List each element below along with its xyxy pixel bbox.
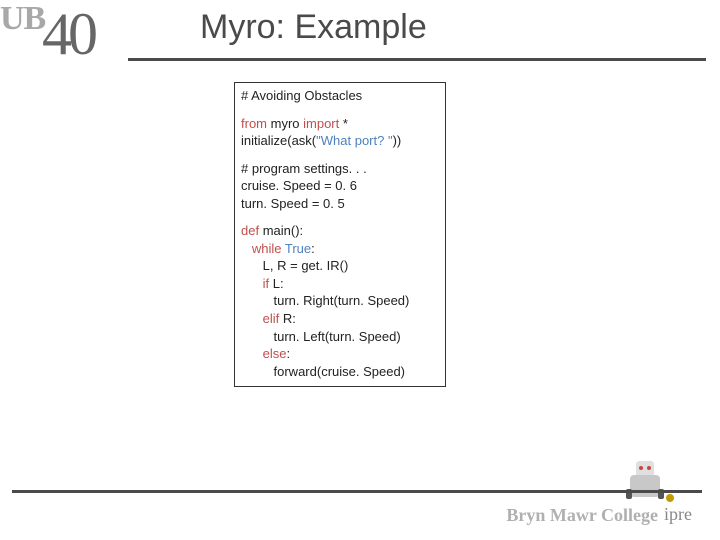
code-text: L:: [269, 276, 283, 291]
kw-else: else: [263, 346, 287, 361]
code-text: myro: [267, 116, 303, 131]
code-text: R:: [279, 311, 296, 326]
code-text: cruise. Speed = 0. 6: [241, 178, 357, 193]
footer-divider: [12, 490, 702, 493]
code-text: turn. Left(turn. Speed): [274, 329, 401, 344]
slide-title: Myro: Example: [200, 8, 427, 47]
code-comment: # program settings. . .: [241, 161, 367, 176]
title-underline: [128, 58, 706, 61]
logo-ub: UB: [0, 0, 45, 38]
code-text: initialize(ask(: [241, 133, 316, 148]
kw-from: from: [241, 116, 267, 131]
code-text: )): [393, 133, 402, 148]
code-text: :: [287, 346, 291, 361]
ipre-logo: ipre: [664, 494, 710, 532]
code-text: :: [311, 241, 315, 256]
kw-import: import: [303, 116, 339, 131]
kw-true: True: [285, 241, 311, 256]
kw-def: def: [241, 223, 259, 238]
code-text: forward(cruise. Speed): [274, 364, 406, 379]
code-block: # Avoiding Obstacles from myro import * …: [234, 82, 446, 387]
code-text: L, R = get. IR(): [263, 258, 349, 273]
footer-college: Bryn Mawr College: [506, 505, 658, 526]
code-comment: # Avoiding Obstacles: [241, 88, 362, 103]
kw-while: while: [252, 241, 282, 256]
code-text: turn. Right(turn. Speed): [274, 293, 410, 308]
code-string: "What port? ": [316, 133, 392, 148]
kw-elif: elif: [263, 311, 280, 326]
ipre-text: ipre: [664, 504, 692, 525]
code-text: main():: [259, 223, 303, 238]
code-text: turn. Speed = 0. 5: [241, 196, 345, 211]
code-text: *: [339, 116, 348, 131]
logo-number: 40: [42, 0, 94, 69]
